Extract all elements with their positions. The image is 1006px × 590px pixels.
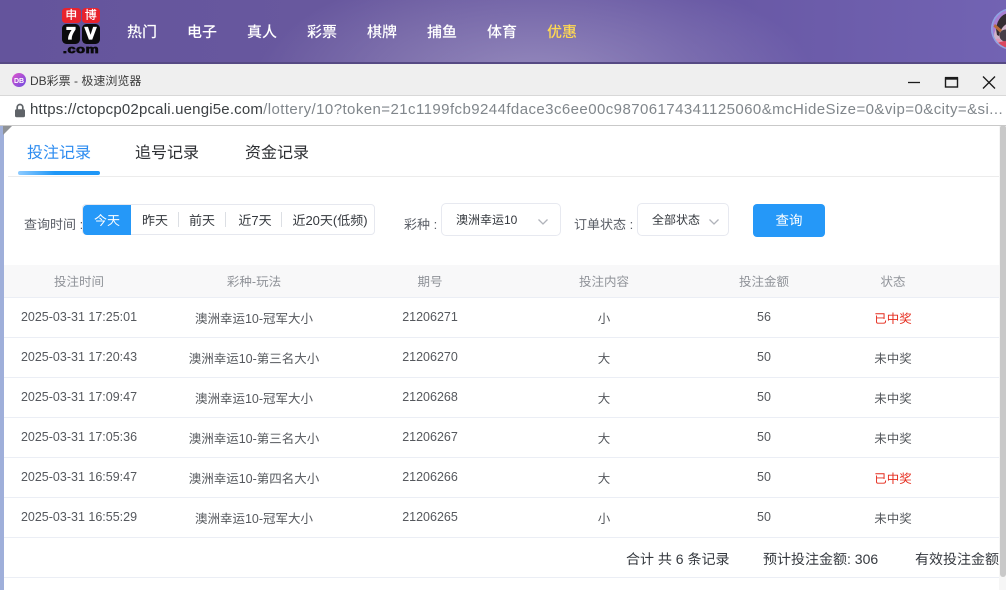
svg-text:DB: DB <box>13 77 23 84</box>
